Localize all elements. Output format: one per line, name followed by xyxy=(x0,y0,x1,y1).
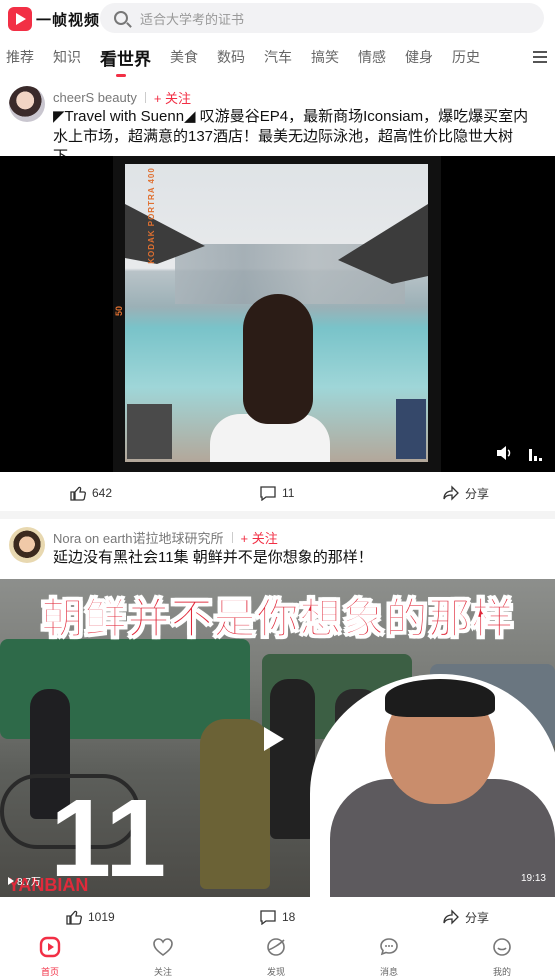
person-hair xyxy=(243,294,313,424)
tab-see-world[interactable]: 看世界 xyxy=(100,45,151,77)
author-line: Nora on earth诺拉地球研究所 + 关注 xyxy=(53,528,278,547)
comment-icon xyxy=(260,486,276,501)
comment-count: 11 xyxy=(282,486,295,500)
share-label: 分享 xyxy=(465,910,490,925)
overlay-title: 朝鲜并不是你想象的那样 xyxy=(41,595,515,643)
chair-left xyxy=(127,404,172,459)
nav-label: 我的 xyxy=(492,967,511,977)
tab-history[interactable]: 历史 xyxy=(452,47,480,67)
thumbs-up-icon xyxy=(70,486,86,501)
like-count: 642 xyxy=(92,486,113,500)
divider xyxy=(231,532,233,543)
tab-auto[interactable]: 汽车 xyxy=(264,47,292,67)
share-button[interactable]: 分享 xyxy=(443,909,489,926)
like-button[interactable]: 1019 xyxy=(66,909,115,925)
nav-label: 首页 xyxy=(40,967,59,977)
bottom-nav: 首页 关注 发现 消息 我的 xyxy=(0,928,555,980)
comment-button[interactable]: 18 xyxy=(260,909,295,925)
author-name[interactable]: Nora on earth诺拉地球研究所 xyxy=(53,528,224,547)
video-duration: 19:13 xyxy=(520,873,546,884)
nav-profile[interactable]: 我的 xyxy=(472,928,532,978)
menu-icon[interactable] xyxy=(533,51,547,63)
nav-messages[interactable]: 消息 xyxy=(359,928,419,978)
like-count: 1019 xyxy=(88,910,115,924)
tab-funny[interactable]: 搞笑 xyxy=(311,47,339,67)
avatar[interactable] xyxy=(9,86,45,122)
volume-icon[interactable] xyxy=(497,446,513,460)
heart-icon xyxy=(153,938,173,956)
profile-icon xyxy=(493,938,511,956)
film-label: KODAK PORTRA 400 xyxy=(146,167,156,264)
planet-icon xyxy=(267,938,285,956)
video-thumbnail xyxy=(125,164,428,462)
post-title[interactable]: 延边没有黑社会11集 朝鲜并不是你想象的那样！ xyxy=(53,548,543,568)
share-label: 分享 xyxy=(465,486,490,501)
avatar[interactable] xyxy=(9,527,45,563)
presenter-hair xyxy=(385,679,495,717)
author-line: cheerS beauty + 关注 xyxy=(53,88,191,107)
follow-button[interactable]: + 关注 xyxy=(154,88,191,107)
search-placeholder: 适合大学考的证书 xyxy=(140,11,245,27)
like-button[interactable]: 642 xyxy=(70,485,112,501)
nav-label: 发现 xyxy=(266,967,285,977)
video-player[interactable]: 朝鲜并不是你想象的那样 11 YANBIAN 8.7万 19:13 xyxy=(0,579,555,897)
search-input[interactable]: 适合大学考的证书 xyxy=(100,3,544,33)
category-tabs: 推荐 知识 看世界 美食 数码 汽车 搞笑 情感 健身 历史 xyxy=(0,40,555,77)
tab-fitness[interactable]: 健身 xyxy=(405,47,433,67)
share-icon xyxy=(443,485,459,501)
nav-label: 关注 xyxy=(153,967,172,977)
message-icon xyxy=(380,938,398,956)
signal-icon xyxy=(529,448,543,461)
comment-count: 18 xyxy=(282,910,296,924)
share-icon xyxy=(443,909,459,925)
search-icon xyxy=(114,11,128,25)
video-player[interactable]: KODAK PORTRA 400 50 xyxy=(0,156,555,472)
logo-icon xyxy=(8,7,32,31)
comment-icon xyxy=(260,910,276,925)
nav-label: 消息 xyxy=(379,967,398,977)
action-bar: 642 11 分享 xyxy=(0,474,555,512)
film-frame: KODAK PORTRA 400 50 xyxy=(113,156,441,472)
view-count: 8.7万 xyxy=(17,877,41,888)
film-number: 50 xyxy=(114,305,125,317)
post-divider xyxy=(0,511,555,519)
nav-following[interactable]: 关注 xyxy=(133,928,193,978)
tab-knowledge[interactable]: 知识 xyxy=(53,47,81,67)
post-header: cheerS beauty + 关注 ◤Travel with Suenn◢ 叹… xyxy=(0,80,555,165)
tab-food[interactable]: 美食 xyxy=(170,47,198,67)
divider xyxy=(144,92,146,103)
home-icon xyxy=(39,936,61,958)
app-name: 一帧视频 xyxy=(36,11,101,29)
nav-home[interactable]: 首页 xyxy=(20,928,80,978)
follow-button[interactable]: + 关注 xyxy=(241,528,278,547)
tab-digital[interactable]: 数码 xyxy=(217,47,245,67)
top-bar: 一帧视频 适合大学考的证书 xyxy=(0,0,555,38)
play-small-icon xyxy=(8,876,14,885)
tab-recommend[interactable]: 推荐 xyxy=(6,47,34,67)
share-button[interactable]: 分享 xyxy=(443,485,489,502)
tab-emotion[interactable]: 情感 xyxy=(358,47,386,67)
chair-right xyxy=(396,399,426,459)
thumbs-up-icon xyxy=(66,910,82,925)
author-name[interactable]: cheerS beauty xyxy=(53,90,137,105)
nav-discover[interactable]: 发现 xyxy=(246,928,306,978)
man-dark xyxy=(270,679,315,839)
app-logo[interactable]: 一帧视频 xyxy=(8,7,100,31)
comment-button[interactable]: 11 xyxy=(260,485,294,501)
post-header: Nora on earth诺拉地球研究所 + 关注 延边没有黑社会11集 朝鲜并… xyxy=(0,520,555,578)
soldier xyxy=(200,719,270,889)
view-count-badge: 8.7万 xyxy=(8,873,41,888)
play-icon[interactable] xyxy=(264,727,284,751)
